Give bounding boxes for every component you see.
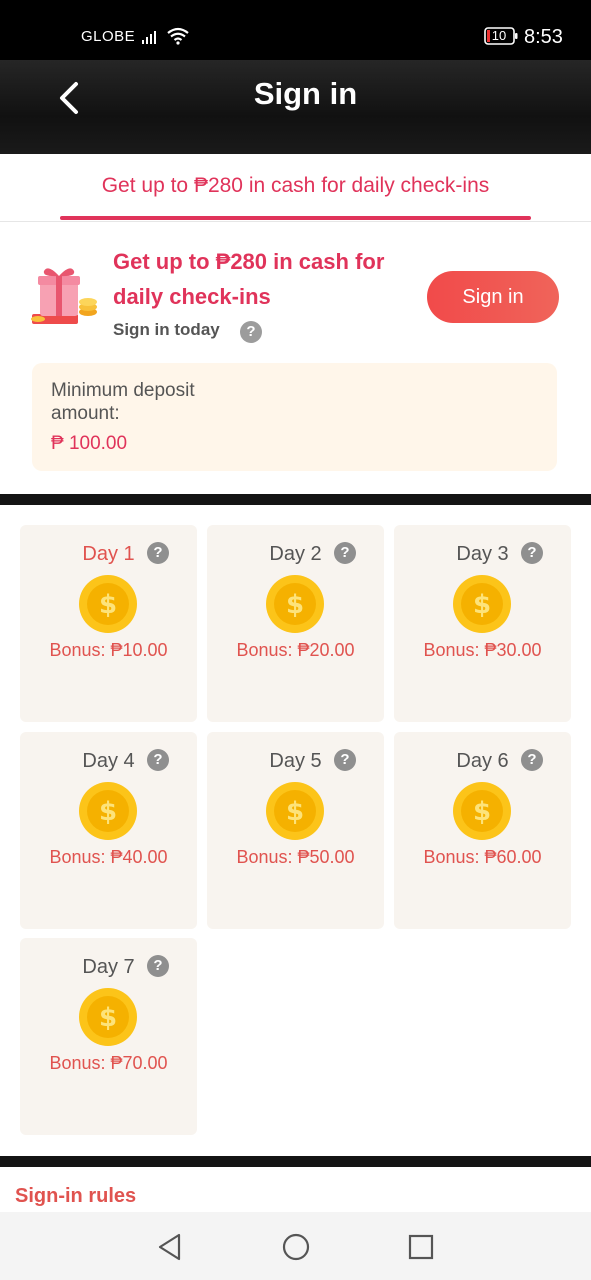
carrier-name: GLOBE [81,28,136,45]
nav-recent-apps-icon[interactable] [406,1232,436,1262]
gift-box-icon [31,268,97,324]
svg-text:$: $ [473,590,491,620]
dollar-coin-icon: $ [266,782,324,840]
svg-text:$: $ [473,797,491,827]
section-divider [0,494,591,505]
system-nav-bar [0,1212,591,1280]
day-card-6[interactable]: Day 6 ? $ Bonus: ₱60.00 [394,732,571,929]
day-card-7[interactable]: Day 7 ? $ Bonus: ₱70.00 [20,938,197,1135]
status-bar: GLOBE 10 8:53 [0,0,591,60]
day-label: Day 7 [82,956,135,978]
signal-icon [142,31,156,44]
svg-text:$: $ [286,590,304,620]
section-divider [0,1156,591,1167]
wifi-icon [167,27,189,45]
day-bonus: Bonus: ₱70.00 [49,1053,168,1073]
day-label: Day 3 [456,543,509,565]
day-bonus: Bonus: ₱60.00 [423,847,542,867]
sign-in-button[interactable]: Sign in [427,271,559,323]
page-title: Sign in [253,76,358,111]
day-bonus: Bonus: ₱30.00 [423,640,542,660]
svg-text:$: $ [99,797,117,827]
dollar-coin-icon: $ [79,782,137,840]
dollar-coin-icon: $ [453,782,511,840]
help-icon[interactable]: ? [147,749,169,771]
nav-back-icon[interactable] [155,1232,185,1262]
day-bonus: Bonus: ₱20.00 [236,640,355,660]
day-bonus: Bonus: ₱10.00 [49,640,168,660]
svg-text:$: $ [286,797,304,827]
help-icon[interactable]: ? [521,749,543,771]
tab-daily-checkins[interactable]: Get up to ₱280 in cash for daily check-i… [0,174,591,198]
day-label: Day 1 [82,543,135,565]
day-card-5[interactable]: Day 5 ? $ Bonus: ₱50.00 [207,732,384,929]
signin-headline: Get up to ₱280 in cash for daily check-i… [113,249,385,309]
dollar-coin-icon: $ [79,988,137,1046]
deposit-label: Minimum deposit amount: [51,380,195,424]
day-label: Day 4 [82,750,135,772]
day-label: Day 5 [269,750,322,772]
day-card-2[interactable]: Day 2 ? $ Bonus: ₱20.00 [207,525,384,722]
help-icon[interactable]: ? [334,542,356,564]
day-bonus: Bonus: ₱40.00 [49,847,168,867]
dollar-coin-icon: $ [453,575,511,633]
dollar-coin-icon: $ [266,575,324,633]
day-label: Day 6 [456,750,509,772]
help-icon[interactable]: ? [147,542,169,564]
dollar-coin-icon: $ [79,575,137,633]
sign-in-rules-title: Sign-in rules [15,1185,137,1207]
svg-text:$: $ [99,1003,117,1033]
app-header: Sign in [0,60,591,154]
svg-text:$: $ [99,590,117,620]
help-icon[interactable]: ? [521,542,543,564]
deposit-box: Minimum deposit amount: ₱ 100.00 [32,363,557,471]
deposit-value: ₱ 100.00 [51,433,128,454]
day-bonus: Bonus: ₱50.00 [236,847,355,867]
day-card-4[interactable]: Day 4 ? $ Bonus: ₱40.00 [20,732,197,929]
tab-underline [60,216,531,220]
battery-level: 10 [491,28,507,43]
nav-home-icon[interactable] [281,1232,311,1262]
help-icon[interactable]: ? [334,749,356,771]
tab-bar: Get up to ₱280 in cash for daily check-i… [0,154,591,222]
day-label: Day 2 [269,543,322,565]
clock: 8:53 [524,26,563,48]
day-card-1[interactable]: Day 1 ? $ Bonus: ₱10.00 [20,525,197,722]
help-icon[interactable]: ? [240,321,262,343]
help-icon[interactable]: ? [147,955,169,977]
day-card-3[interactable]: Day 3 ? $ Bonus: ₱30.00 [394,525,571,722]
sign-in-today-label: Sign in today [113,320,220,339]
